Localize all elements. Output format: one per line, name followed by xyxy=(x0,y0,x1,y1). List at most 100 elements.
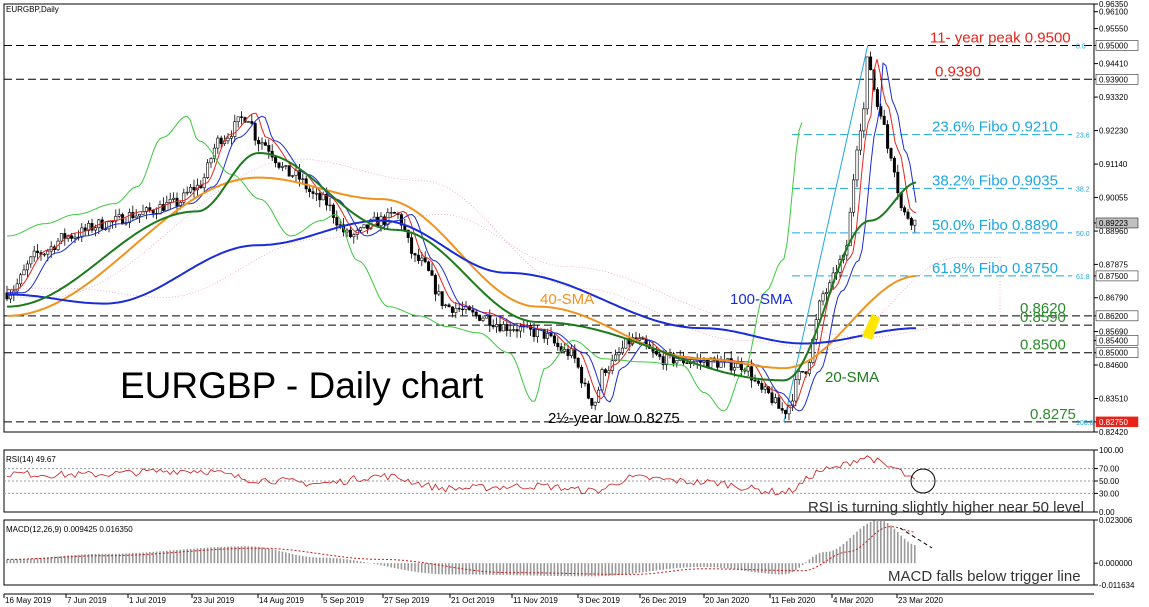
x-tick-label: 3 Dec 2019 xyxy=(579,596,620,605)
candle-body xyxy=(869,56,873,71)
candle-body xyxy=(287,165,291,177)
candle-body xyxy=(93,227,97,231)
candle-body xyxy=(386,212,390,225)
level-label: 11- year peak 0.9500 xyxy=(930,29,1071,46)
candle-body xyxy=(563,349,567,352)
candle-body xyxy=(25,263,29,271)
level-label: 61.8% Fibo 0.8750 xyxy=(932,260,1058,277)
candle-body xyxy=(603,369,607,374)
fibo-ratio-label: 0.0 xyxy=(1076,43,1086,50)
candle-body xyxy=(19,274,23,285)
fibo-ratio-label: 61.8 xyxy=(1076,274,1090,281)
candle-body xyxy=(909,218,913,226)
x-tick-label: 11 Feb 2020 xyxy=(771,596,816,605)
price-tick-label: 0.88960 xyxy=(1099,227,1128,236)
candle-body xyxy=(430,270,434,276)
chart-screenshot: 0.96350 0.96100 0.95550 0.95000 0.94410 0.939… xyxy=(0,0,1149,607)
x-tick-label: 20 Jan 2020 xyxy=(705,596,750,605)
level-label: 0.8275 xyxy=(1030,406,1076,423)
sma20-label: 20-SMA xyxy=(825,369,879,386)
rsi-tick-label: 30.00 xyxy=(1099,489,1120,498)
candle-body xyxy=(685,362,689,364)
candle-body xyxy=(420,257,424,261)
chart-svg: 0.963500.961000.955500.950000.944100.939… xyxy=(3,0,1139,605)
candle-body xyxy=(410,237,414,254)
level-label: 0.8590 xyxy=(1020,309,1066,326)
candle-body xyxy=(654,351,658,355)
candle-body xyxy=(32,250,36,258)
candle-body xyxy=(484,315,488,319)
candle-body xyxy=(637,338,641,341)
candle-body xyxy=(240,116,244,118)
candle-body xyxy=(236,116,240,123)
candle-body xyxy=(556,342,560,347)
sma40-label: 40-SMA xyxy=(540,291,594,308)
price-tick-label: 0.87875 xyxy=(1099,260,1128,269)
candle xyxy=(427,260,431,272)
price-tick-label: 0.91140 xyxy=(1099,160,1128,169)
candle-body xyxy=(593,401,597,406)
level-label: 50.0% Fibo 0.8890 xyxy=(932,217,1058,234)
candle-body xyxy=(365,224,369,229)
candle-body xyxy=(450,306,454,313)
candle-body xyxy=(733,367,737,371)
x-tick-label: 16 May 2019 xyxy=(5,596,52,605)
price-tick-label: 0.85000 xyxy=(1099,349,1128,358)
macd-header: MACD(12,26,9) 0.009425 0.016350 xyxy=(6,525,133,534)
x-tick-label: 26 Dec 2019 xyxy=(641,596,687,605)
price-tick-label: 0.83510 xyxy=(1099,395,1128,404)
candle-body xyxy=(501,324,505,332)
candle-body xyxy=(134,215,138,219)
candle-body xyxy=(756,380,760,384)
candle-body xyxy=(488,315,492,326)
candle-body xyxy=(427,261,431,271)
price-tick-label: 0.94410 xyxy=(1099,60,1128,69)
candle-body xyxy=(233,121,237,137)
candle-body xyxy=(189,186,193,193)
candle-body xyxy=(719,361,723,368)
candle-body xyxy=(73,236,77,239)
price-header: EURGBP,Daily xyxy=(6,5,59,14)
macd-tick-label: 0.023006 xyxy=(1099,516,1133,525)
x-tick-label: 1 Jul 2019 xyxy=(129,596,166,605)
sma100-label: 100-SMA xyxy=(730,291,793,308)
candle-body xyxy=(393,212,397,214)
candle-body xyxy=(444,304,448,306)
x-tick-label: 7 Jun 2019 xyxy=(67,596,107,605)
candle-body xyxy=(440,291,444,306)
rsi-tick-label: 100.00 xyxy=(1099,446,1124,455)
candle-body xyxy=(413,253,417,256)
candle-body xyxy=(280,165,284,168)
candle-body xyxy=(100,219,104,230)
price-tick-label: 0.86790 xyxy=(1099,294,1128,303)
candle-body xyxy=(580,366,584,384)
candle-body xyxy=(583,382,587,385)
candle-body xyxy=(277,162,281,168)
x-tick-label: 14 Aug 2019 xyxy=(259,596,304,605)
candle xyxy=(586,380,590,400)
fibo-ratio-label: 50.0 xyxy=(1076,231,1090,238)
candle xyxy=(865,56,869,115)
level-label: 38.2% Fibo 0.9035 xyxy=(932,172,1058,189)
candle-body xyxy=(590,398,594,406)
price-tick-label: 0.85690 xyxy=(1099,328,1128,337)
candle-body xyxy=(518,326,522,332)
candle-body xyxy=(546,333,550,339)
rsi-note: RSI is turning slightly higher near 50 l… xyxy=(808,499,1084,516)
candle-body xyxy=(777,397,781,409)
candle-body xyxy=(624,338,628,349)
candle-body xyxy=(345,229,349,233)
candle-body xyxy=(359,227,363,231)
candle-body xyxy=(784,409,788,415)
candle-body xyxy=(495,324,499,328)
candle-body xyxy=(491,325,495,328)
candle-body xyxy=(267,145,271,152)
candle xyxy=(852,174,856,217)
rsi-tick-label: 70.00 xyxy=(1099,465,1120,474)
candle-body xyxy=(318,193,322,201)
candle-body xyxy=(22,269,26,276)
price-tick-label: 0.95550 xyxy=(1099,25,1128,34)
candle-body xyxy=(855,149,859,181)
chart-title: EURGBP - Daily chart xyxy=(120,365,484,406)
candle-body xyxy=(906,211,910,219)
